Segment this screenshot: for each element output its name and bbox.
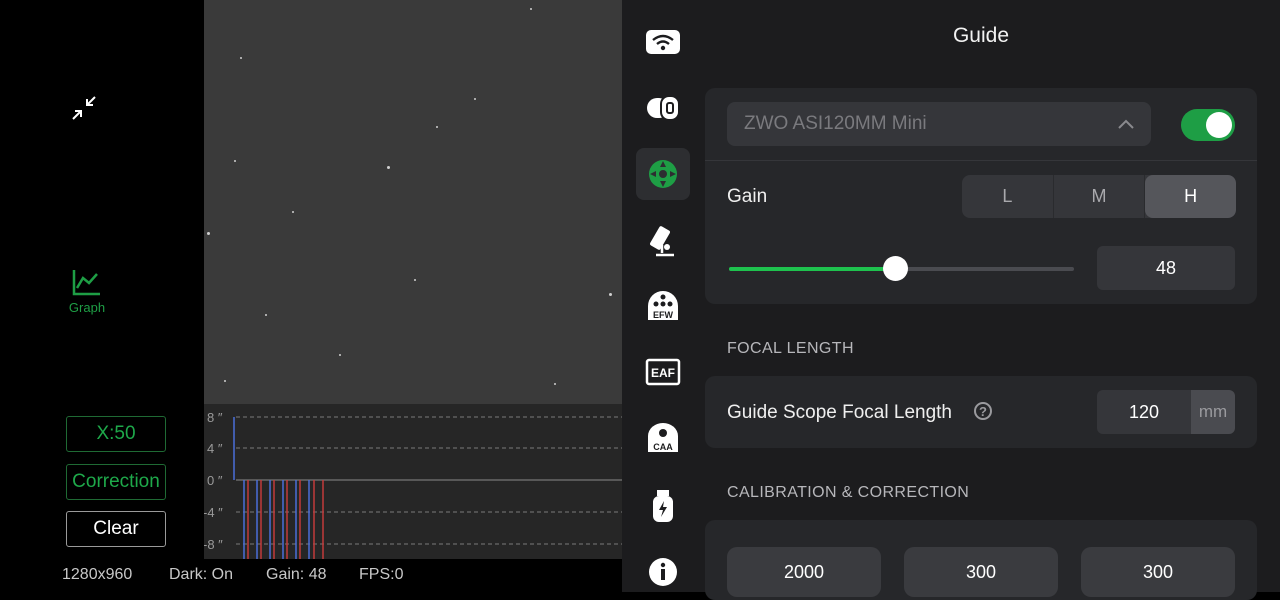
graph-button[interactable]: Graph [60, 268, 114, 328]
star [554, 383, 556, 385]
star [265, 314, 267, 316]
y-tick-label: 4 ″ [207, 441, 223, 456]
star [436, 126, 438, 128]
focal-length-unit: mm [1191, 390, 1235, 434]
gain-status-text: Gain: 48 [266, 566, 327, 583]
calibration-value-2[interactable]: 300 [904, 547, 1058, 597]
chevron-up-icon [1118, 119, 1134, 129]
star [240, 57, 242, 59]
gain-label: Gain [727, 186, 768, 207]
gain-option-low[interactable]: L [962, 175, 1054, 218]
efw-label: EFW [653, 310, 674, 320]
resolution-text: 1280x960 [62, 566, 133, 583]
star [234, 160, 236, 162]
star [530, 8, 532, 10]
camera-select[interactable]: ZWO ASI120MM Mini [727, 102, 1151, 146]
graph-label: Graph [68, 300, 106, 315]
wifi-icon[interactable] [636, 16, 690, 68]
gain-mode-selector: L M H [962, 175, 1236, 218]
y-tick-label: 0 ″ [207, 473, 223, 488]
guide-icon[interactable] [636, 148, 690, 200]
focuser-icon[interactable]: EAF [636, 346, 690, 398]
guide-graph: 8 ″ 4 ″ 0 ″ -4 ″ -8 ″ [204, 404, 622, 559]
gain-value-field[interactable]: 48 [1097, 246, 1235, 290]
camera-select-value: ZWO ASI120MM Mini [744, 113, 927, 134]
gridlines [236, 416, 622, 545]
dark-status-text: Dark: On [169, 566, 234, 583]
dec-correction-bars [247, 480, 324, 559]
calibration-value-3[interactable]: 300 [1081, 547, 1235, 597]
device-sidebar: EFW EAF CAA [622, 0, 704, 592]
star [224, 380, 226, 382]
focal-length-input[interactable]: 120 [1097, 390, 1191, 434]
left-control-panel: Graph X:50 Correction Clear [0, 0, 204, 592]
gain-slider-handle[interactable] [883, 256, 908, 281]
camera-icon[interactable] [636, 82, 690, 134]
star [292, 211, 294, 213]
gain-option-high[interactable]: H [1145, 175, 1236, 218]
x-scale-button[interactable]: X:50 [66, 416, 166, 452]
star [609, 293, 612, 296]
star [387, 166, 390, 169]
eaf-label: EAF [651, 366, 675, 380]
divider [705, 160, 1257, 161]
ra-correction-bars [233, 417, 310, 559]
calibration-section-header: CALIBRATION & CORRECTION [727, 484, 970, 501]
power-icon[interactable] [636, 480, 690, 532]
page-title: Guide [952, 24, 1010, 47]
guide-settings-panel: Guide ZWO ASI120MM Mini Gain L M H 48 FO… [704, 0, 1280, 600]
star [414, 279, 416, 281]
camera-enable-toggle[interactable] [1181, 109, 1235, 141]
calibration-value-1[interactable]: 2000 [727, 547, 881, 597]
info-icon[interactable] [636, 546, 690, 598]
star [474, 98, 476, 100]
filter-wheel-icon[interactable]: EFW [636, 280, 690, 332]
collapse-icon[interactable] [70, 94, 100, 124]
status-bar: 1280x960 Dark: On Gain: 48 FPS:0 [0, 559, 622, 592]
rotator-icon[interactable]: CAA [636, 412, 690, 464]
y-tick-label: 8 ″ [207, 410, 223, 425]
clear-button[interactable]: Clear [66, 511, 166, 547]
focal-length-label: Guide Scope Focal Length [727, 402, 952, 423]
correction-button[interactable]: Correction [66, 464, 166, 500]
y-tick-label: -8 ″ [204, 537, 223, 552]
telescope-icon[interactable] [636, 214, 690, 266]
gain-slider-fill [729, 267, 895, 271]
fps-text: FPS:0 [359, 566, 404, 583]
star [207, 232, 210, 235]
star [339, 354, 341, 356]
y-tick-label: -4 ″ [204, 505, 223, 520]
help-icon[interactable]: ? [974, 402, 992, 420]
guide-camera-view[interactable] [204, 0, 622, 404]
gain-option-medium[interactable]: M [1054, 175, 1146, 218]
focal-length-section-header: FOCAL LENGTH [727, 340, 854, 357]
caa-label: CAA [653, 442, 673, 452]
toggle-knob [1206, 112, 1232, 138]
chart-line-icon [72, 270, 100, 296]
